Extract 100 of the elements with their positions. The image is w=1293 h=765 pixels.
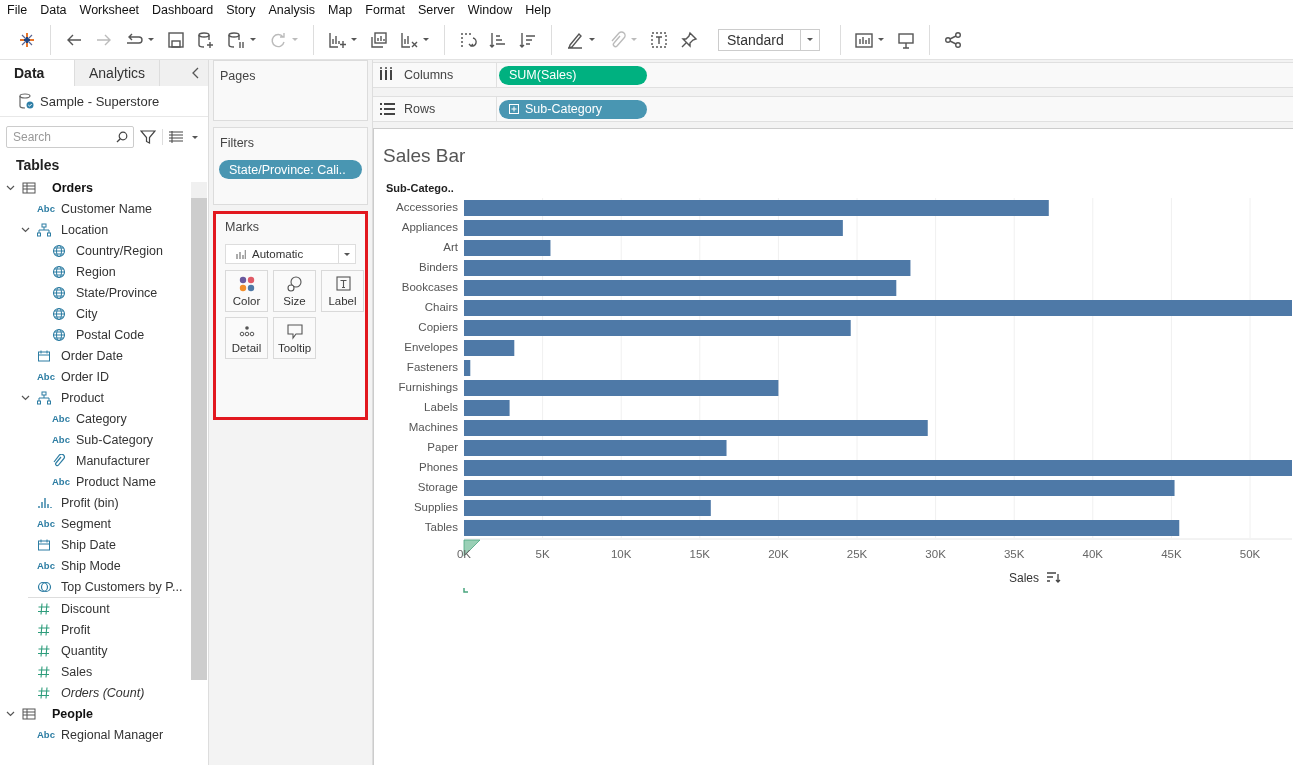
- share-icon[interactable]: [943, 29, 963, 50]
- shelf[interactable]: Columns SUM(Sales): [373, 62, 1293, 88]
- add-datasource-icon[interactable]: [196, 29, 216, 50]
- caret-icon[interactable]: [350, 37, 358, 42]
- calendar-icon: [37, 537, 51, 552]
- mark-property-button[interactable]: Color: [225, 270, 268, 312]
- category-label: Machines: [408, 421, 458, 433]
- field-name[interactable]: Ship Date: [61, 537, 116, 552]
- type-label: Abc: [52, 413, 70, 424]
- axis-title: Sales: [1009, 571, 1039, 585]
- table-icon: [22, 706, 36, 721]
- number-sign-icon: [37, 643, 51, 658]
- search-field[interactable]: Search: [6, 126, 134, 148]
- caret-icon[interactable]: [877, 37, 885, 42]
- table-name[interactable]: Orders: [46, 180, 93, 195]
- bar[interactable]: [464, 360, 471, 376]
- field-name[interactable]: Manufacturer: [76, 453, 150, 468]
- menu-item[interactable]: File: [0, 1, 34, 19]
- field-name[interactable]: Order Date: [61, 348, 123, 363]
- type-label: Abc: [37, 371, 55, 382]
- filter-icon[interactable]: [140, 129, 156, 145]
- field-name[interactable]: Quantity: [61, 643, 108, 658]
- caret-icon[interactable]: [588, 37, 596, 42]
- pin-icon[interactable]: [679, 29, 699, 50]
- caret-icon[interactable]: [422, 37, 430, 42]
- field-name[interactable]: Country/Region: [76, 243, 163, 258]
- caret-icon[interactable]: [147, 37, 155, 42]
- panel-tab[interactable]: Analytics: [75, 60, 161, 86]
- sort-icon[interactable]: [1046, 572, 1061, 583]
- mark-property-button[interactable]: Tooltip: [273, 317, 316, 359]
- datasource-name[interactable]: Sample - Superstore: [40, 93, 160, 109]
- bar[interactable]: [464, 400, 510, 416]
- shelf-name: Columns: [404, 68, 454, 82]
- field-name[interactable]: Segment: [61, 516, 112, 531]
- caret-icon[interactable]: [343, 251, 351, 257]
- menu-item[interactable]: Analysis: [261, 1, 321, 19]
- field-name[interactable]: Product: [61, 390, 105, 405]
- category-label: Tables: [424, 521, 458, 533]
- axis-tick-label: 15K: [689, 548, 711, 560]
- field-name[interactable]: Top Customers by P...: [61, 579, 183, 594]
- scrollbar[interactable]: [191, 182, 207, 680]
- mark-property-button[interactable]: Size: [273, 270, 316, 312]
- field-name[interactable]: Discount: [61, 601, 110, 616]
- menu-item[interactable]: Worksheet: [72, 1, 146, 19]
- menu-item[interactable]: Window: [460, 1, 519, 19]
- pause-datasource-icon[interactable]: [226, 29, 246, 50]
- axis-tick-label: 30K: [925, 548, 946, 560]
- field-name[interactable]: Order ID: [61, 369, 109, 384]
- field-name[interactable]: State/Province: [76, 285, 158, 300]
- chevron-icon[interactable]: [6, 184, 15, 191]
- list-view-icon[interactable]: [169, 131, 183, 143]
- field-name[interactable]: Location: [61, 222, 109, 237]
- chevron-icon[interactable]: [6, 710, 15, 717]
- field-name[interactable]: Sales: [61, 664, 93, 679]
- panel-tab[interactable]: Data: [0, 60, 75, 86]
- caret-icon[interactable]: [249, 37, 257, 42]
- category-label: Accessories: [396, 201, 458, 213]
- field-name[interactable]: Category: [76, 411, 127, 426]
- menu-item[interactable]: Story: [219, 1, 262, 19]
- mark-type-dropdown[interactable]: Automatic: [225, 244, 356, 264]
- menu-item[interactable]: Server: [410, 1, 461, 19]
- globe-icon: [52, 243, 66, 258]
- collapse-icon[interactable]: [192, 67, 200, 79]
- chevron-icon[interactable]: [21, 394, 30, 401]
- field-name[interactable]: Profit: [61, 622, 91, 637]
- save-icon[interactable]: [166, 29, 186, 50]
- field-name[interactable]: Product Name: [76, 474, 156, 489]
- category-label: Supplies: [413, 501, 458, 513]
- type-label: Abc: [52, 476, 70, 487]
- field-name[interactable]: Regional Manager: [61, 727, 164, 742]
- fit-dropdown[interactable]: Standard: [718, 28, 820, 51]
- field-name[interactable]: Customer Name: [61, 201, 152, 216]
- menu-item[interactable]: Dashboard: [145, 1, 220, 19]
- menu-item[interactable]: Map: [320, 1, 359, 19]
- caret-icon[interactable]: [191, 134, 199, 140]
- field-name[interactable]: Sub-Category: [76, 432, 154, 447]
- type-label: Abc: [37, 729, 55, 740]
- table-name[interactable]: People: [46, 706, 93, 721]
- menu-item[interactable]: Format: [358, 1, 411, 19]
- text-box-icon[interactable]: [649, 29, 669, 50]
- menu-item[interactable]: Help: [518, 1, 557, 19]
- field-name[interactable]: Ship Mode: [61, 558, 121, 573]
- field-name[interactable]: Postal Code: [76, 327, 145, 342]
- axis-tick-label: 45K: [1161, 548, 1182, 560]
- shelf[interactable]: Rows Sub-Category: [373, 96, 1293, 122]
- mark-property-button[interactable]: Label: [321, 270, 364, 312]
- text-label-icon: [333, 275, 352, 293]
- field-name[interactable]: Region: [76, 264, 116, 279]
- duplicate-sheet-icon[interactable]: [369, 29, 389, 50]
- expand-icon[interactable]: [509, 104, 519, 114]
- field-name[interactable]: Orders (Count): [61, 685, 145, 700]
- chevron-icon[interactable]: [21, 226, 30, 233]
- search-icon[interactable]: [116, 131, 128, 143]
- field-name[interactable]: Profit (bin): [61, 495, 119, 510]
- mark-property-button[interactable]: Detail: [225, 317, 268, 359]
- datasource-icon: [18, 92, 34, 110]
- set-icon: [37, 579, 52, 594]
- hierarchy-icon: [37, 222, 51, 237]
- field-name[interactable]: City: [76, 306, 98, 321]
- menu-item[interactable]: Data: [33, 1, 73, 19]
